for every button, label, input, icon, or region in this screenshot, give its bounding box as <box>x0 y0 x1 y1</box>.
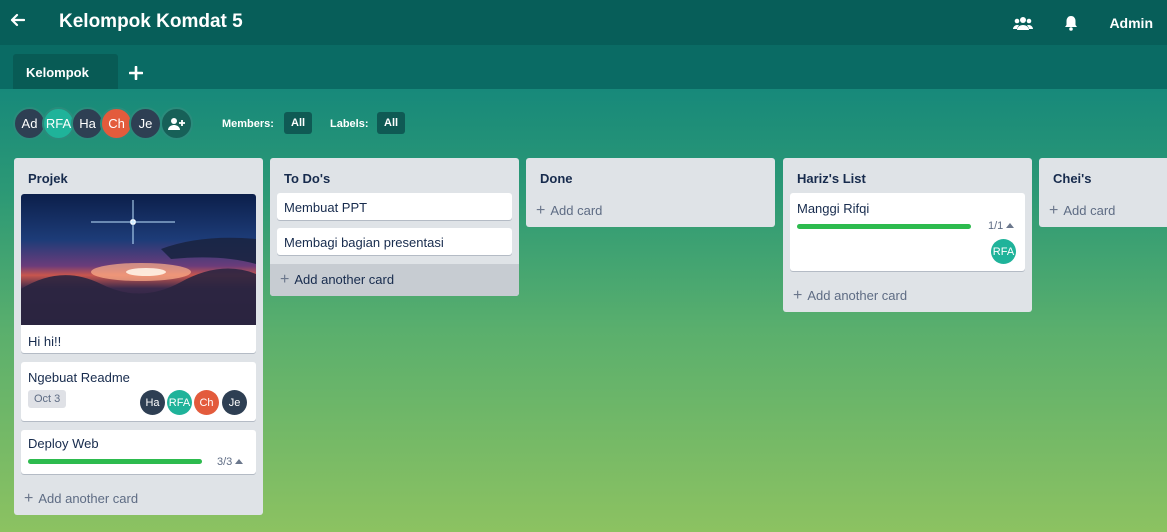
board-title: Kelompok Komdat 5 <box>59 11 243 32</box>
card-title: Deploy Web <box>28 436 99 451</box>
bell-icon[interactable] <box>1061 13 1081 33</box>
card-hi-hi[interactable]: Hi hi!! <box>21 194 256 353</box>
add-card-button[interactable]: + Add card <box>1049 202 1115 219</box>
members-filter-label: Members: <box>222 118 274 130</box>
add-tab-plus-icon[interactable] <box>128 65 144 81</box>
avatar[interactable]: Ha <box>140 390 165 415</box>
back-arrow-icon[interactable] <box>9 12 27 30</box>
list-title[interactable]: To Do's <box>270 158 519 193</box>
card-manggi-rifqi[interactable]: Manggi Rifqi 1/1 RFA <box>790 193 1025 271</box>
labels-filter-label: Labels: <box>330 118 369 130</box>
due-date-badge: Oct 3 <box>28 390 67 408</box>
checklist-progress-bar <box>797 224 971 229</box>
checklist-count[interactable]: 3/3 <box>217 456 244 468</box>
card-membagi-bagian[interactable]: Membagi bagian presentasi <box>277 228 512 255</box>
card-ngebuat-readme[interactable]: Ngebuat Readme Oct 3 Ha RFA Ch Je <box>21 362 256 421</box>
list-to-dos: To Do's Membuat PPT Membagi bagian prese… <box>270 158 519 296</box>
card-title: Membuat PPT <box>284 200 368 215</box>
checklist-progress-bar <box>28 459 202 464</box>
card-title: Hi hi!! <box>28 334 62 349</box>
card-deploy-web[interactable]: Deploy Web 3/3 <box>21 430 256 474</box>
list-title[interactable]: Chei's <box>1039 158 1167 193</box>
avatar[interactable]: RFA <box>167 390 192 415</box>
card-cover-image <box>21 194 256 325</box>
list-hariz: Hariz's List Manggi Rifqi 1/1 RFA + Add a… <box>783 158 1032 312</box>
list-done: Done + Add card <box>526 158 775 227</box>
list-chei: Chei's + Add card <box>1039 158 1167 227</box>
members-icon[interactable] <box>1013 13 1034 33</box>
checklist-count[interactable]: 1/1 <box>988 220 1015 232</box>
plus-icon: + <box>24 490 34 507</box>
add-card-button[interactable]: + Add another card <box>24 490 138 507</box>
add-card-button[interactable]: + Add card <box>536 202 602 219</box>
caret-up-icon <box>1006 223 1015 228</box>
list-projek: Projek Hi hi!! Ngebuat Readme Oct 3 Ha R… <box>14 158 263 515</box>
list-title[interactable]: Projek <box>14 158 263 193</box>
plus-icon: + <box>1049 202 1059 219</box>
card-title: Membagi bagian presentasi <box>284 235 444 250</box>
list-title[interactable]: Done <box>526 158 775 193</box>
tab-bar: Kelompok <box>0 45 1167 89</box>
avatar[interactable]: Je <box>129 107 162 140</box>
card-title: Manggi Rifqi <box>797 201 870 216</box>
top-right-actions: Admin <box>1013 0 1153 45</box>
add-card-button[interactable]: + Add another card <box>280 271 394 288</box>
caret-up-icon <box>235 459 244 464</box>
add-member-icon[interactable] <box>160 107 193 140</box>
card-membuat-ppt[interactable]: Membuat PPT <box>277 193 512 220</box>
admin-menu[interactable]: Admin <box>1109 15 1153 31</box>
avatar[interactable]: Ch <box>194 390 219 415</box>
add-card-button[interactable]: + Add another card <box>793 287 907 304</box>
card-title: Ngebuat Readme <box>28 370 130 385</box>
tab-kelompok[interactable]: Kelompok <box>13 54 118 89</box>
top-bar: Kelompok Komdat 5 Admin <box>0 0 1167 45</box>
avatar[interactable]: RFA <box>991 239 1016 264</box>
plus-icon: + <box>536 202 546 219</box>
list-title[interactable]: Hariz's List <box>783 158 1032 193</box>
labels-filter-button[interactable]: All <box>377 112 406 134</box>
plus-icon: + <box>280 271 290 288</box>
avatar[interactable]: Je <box>222 390 247 415</box>
plus-icon: + <box>793 287 803 304</box>
members-filter-button[interactable]: All <box>284 112 313 134</box>
